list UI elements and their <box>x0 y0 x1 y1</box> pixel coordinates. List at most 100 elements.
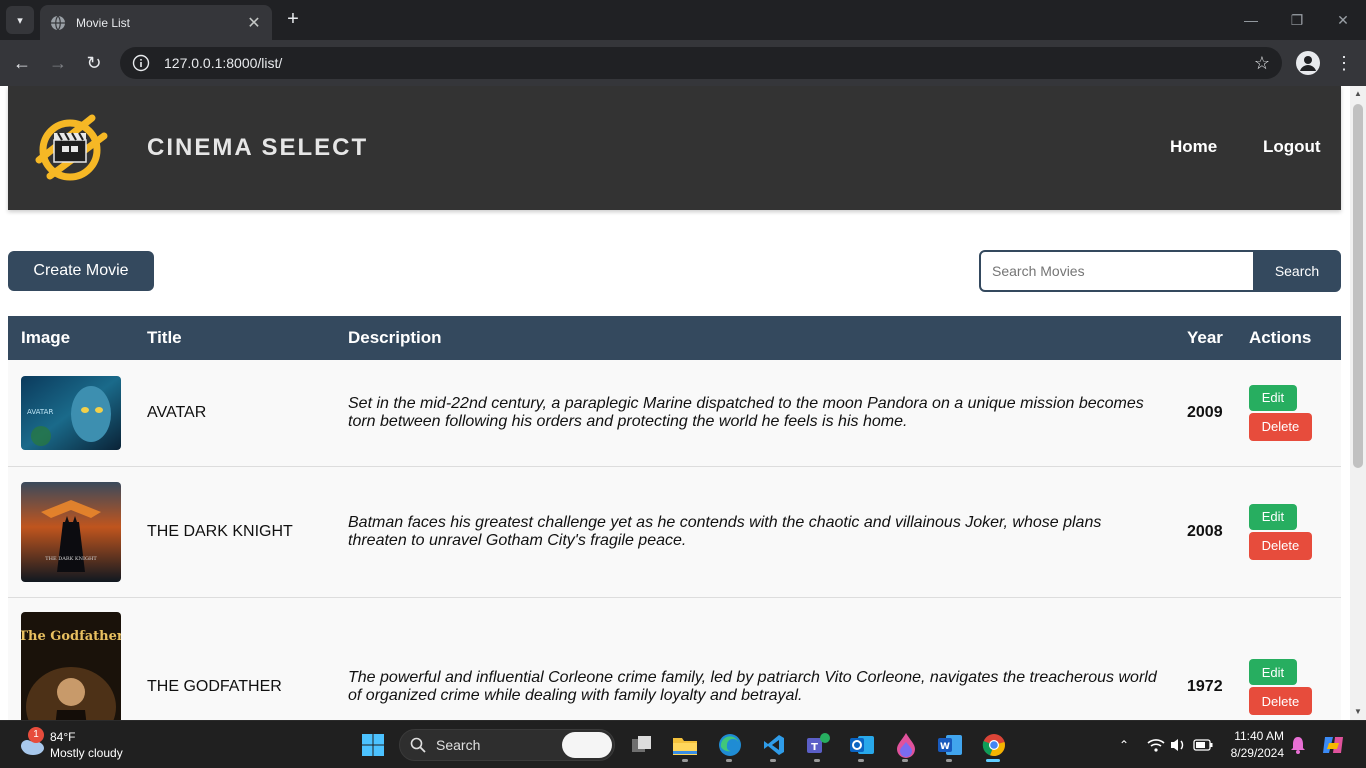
chrome-icon[interactable] <box>980 731 1008 759</box>
forward-button[interactable]: → <box>46 51 70 75</box>
svg-text:T: T <box>811 742 818 753</box>
notification-badge: 1 <box>28 727 44 743</box>
svg-text:W: W <box>940 742 950 752</box>
new-tab-button[interactable]: + <box>282 8 304 30</box>
search-highlight-image <box>562 732 612 758</box>
movie-year: 2008 <box>1174 466 1236 598</box>
movie-title: THE DARK KNIGHT <box>134 466 335 598</box>
browser-toolbar: ← → ↻ 127.0.0.1:8000/list/ ☆ ⋮ <box>0 40 1366 86</box>
scrollbar-thumb[interactable] <box>1353 104 1363 468</box>
vscode-icon[interactable] <box>760 731 788 759</box>
nav-home-link[interactable]: Home <box>1170 137 1217 157</box>
site-header: CINEMA SELECT Home Logout <box>8 86 1341 210</box>
profile-icon[interactable] <box>1296 51 1320 75</box>
word-icon[interactable]: W <box>936 731 964 759</box>
poster-text: AVATAR <box>27 408 53 416</box>
browser-tab-strip: ▾ Movie List ✕ + — ❐ ✕ <box>0 0 1366 40</box>
browser-menu-icon[interactable]: ⋮ <box>1334 51 1354 75</box>
image-cell: The Godfather <box>8 597 134 720</box>
paint-app-icon[interactable] <box>892 731 920 759</box>
create-movie-button[interactable]: Create Movie <box>8 251 154 291</box>
running-indicator <box>814 759 820 762</box>
movie-poster-image[interactable]: The Godfather <box>21 612 121 720</box>
browser-tab[interactable]: Movie List ✕ <box>40 5 272 40</box>
globe-icon <box>50 15 66 31</box>
delete-button[interactable]: Delete <box>1248 687 1312 715</box>
outlook-icon[interactable] <box>848 731 876 759</box>
running-indicator <box>946 759 952 762</box>
movie-description: Set in the mid-22nd century, a paraplegi… <box>335 360 1174 467</box>
delete-button[interactable]: Delete <box>1248 531 1312 560</box>
address-bar[interactable]: 127.0.0.1:8000/list/ ☆ <box>120 47 1282 79</box>
copilot-icon[interactable] <box>1320 731 1348 759</box>
poster-text: The Godfather <box>21 629 121 644</box>
running-indicator <box>770 759 776 762</box>
notification-bell-icon[interactable] <box>1284 731 1312 759</box>
page-viewport: CINEMA SELECT Home Logout Create Movie S… <box>0 86 1350 720</box>
actions-cell: Edit Delete <box>1235 360 1341 467</box>
weather-temperature: 84°F <box>50 730 76 744</box>
site-info-icon[interactable] <box>132 54 150 72</box>
column-header-year: Year <box>1174 316 1236 360</box>
scroll-down-arrow-icon[interactable]: ▼ <box>1350 704 1366 720</box>
chevron-down-icon: ▾ <box>17 14 23 27</box>
windows-taskbar: 1 84°F Mostly cloudy Search T W ⌃ 11:40 … <box>0 720 1366 768</box>
scroll-up-arrow-icon[interactable]: ▲ <box>1350 86 1366 102</box>
edit-button[interactable]: Edit <box>1248 659 1297 685</box>
image-cell: AVATAR <box>8 360 134 467</box>
column-header-image: Image <box>8 316 134 360</box>
movie-year: 1972 <box>1174 597 1236 720</box>
nav-logout-link[interactable]: Logout <box>1263 137 1321 157</box>
weather-widget[interactable]: 1 84°F Mostly cloudy <box>16 727 156 763</box>
site-brand-title: CINEMA SELECT <box>147 134 369 161</box>
table-row: The Godfather THE GODFATHER The powerful… <box>8 597 1341 720</box>
minimize-button[interactable]: — <box>1236 8 1266 32</box>
edit-button[interactable]: Edit <box>1248 503 1297 530</box>
actions-cell: Edit Delete <box>1235 597 1341 720</box>
edge-browser-icon[interactable] <box>716 731 744 759</box>
search-button[interactable]: Search <box>1253 250 1341 292</box>
running-indicator <box>726 759 732 762</box>
page-scrollbar[interactable]: ▲ ▼ <box>1350 86 1366 720</box>
movie-title: AVATAR <box>134 360 335 467</box>
chevron-up-icon[interactable]: ⌃ <box>1110 731 1138 759</box>
close-tab-icon[interactable]: ✕ <box>246 13 262 33</box>
bookmark-star-icon[interactable]: ☆ <box>1254 53 1270 74</box>
movie-description: Batman faces his greatest challenge yet … <box>335 466 1174 598</box>
clapperboard-logo-icon <box>34 114 110 182</box>
edit-button[interactable]: Edit <box>1248 384 1297 411</box>
windows-start-icon[interactable] <box>359 731 387 759</box>
reload-button[interactable]: ↻ <box>82 51 106 75</box>
restore-button[interactable]: ❐ <box>1282 8 1312 32</box>
table-row: THE DARK KNIGHT THE DARK KNIGHT Batman f… <box>8 466 1341 598</box>
url-text: 127.0.0.1:8000/list/ <box>164 55 283 71</box>
clock-time[interactable]: 11:40 AM <box>1222 729 1284 743</box>
actions-cell: Edit Delete <box>1235 466 1341 598</box>
poster-text: THE DARK KNIGHT <box>45 556 97 562</box>
taskbar-search-label: Search <box>436 737 481 753</box>
running-indicator <box>858 759 864 762</box>
battery-icon[interactable] <box>1189 731 1217 759</box>
running-indicator <box>682 759 688 762</box>
delete-button[interactable]: Delete <box>1248 412 1312 441</box>
volume-icon[interactable] <box>1164 731 1192 759</box>
movie-poster-image[interactable]: THE DARK KNIGHT <box>21 481 121 582</box>
movie-description: The powerful and influential Corleone cr… <box>335 597 1174 720</box>
teams-icon[interactable]: T <box>804 731 832 759</box>
movie-poster-image[interactable]: AVATAR <box>21 375 121 450</box>
back-button[interactable]: ← <box>10 51 34 75</box>
search-input[interactable] <box>992 263 1242 279</box>
file-explorer-icon[interactable] <box>671 731 699 759</box>
search-icon <box>410 737 426 753</box>
search-field[interactable] <box>979 250 1255 292</box>
column-header-title: Title <box>134 316 335 360</box>
task-view-icon[interactable] <box>628 731 656 759</box>
active-indicator <box>986 759 1000 762</box>
tab-search-button[interactable]: ▾ <box>6 6 34 34</box>
running-indicator <box>902 759 908 762</box>
taskbar-search-box[interactable]: Search <box>399 729 615 761</box>
column-header-description: Description <box>335 316 1174 360</box>
close-window-button[interactable]: ✕ <box>1328 8 1358 32</box>
clock-date[interactable]: 8/29/2024 <box>1222 746 1284 760</box>
movie-title: THE GODFATHER <box>134 597 335 720</box>
